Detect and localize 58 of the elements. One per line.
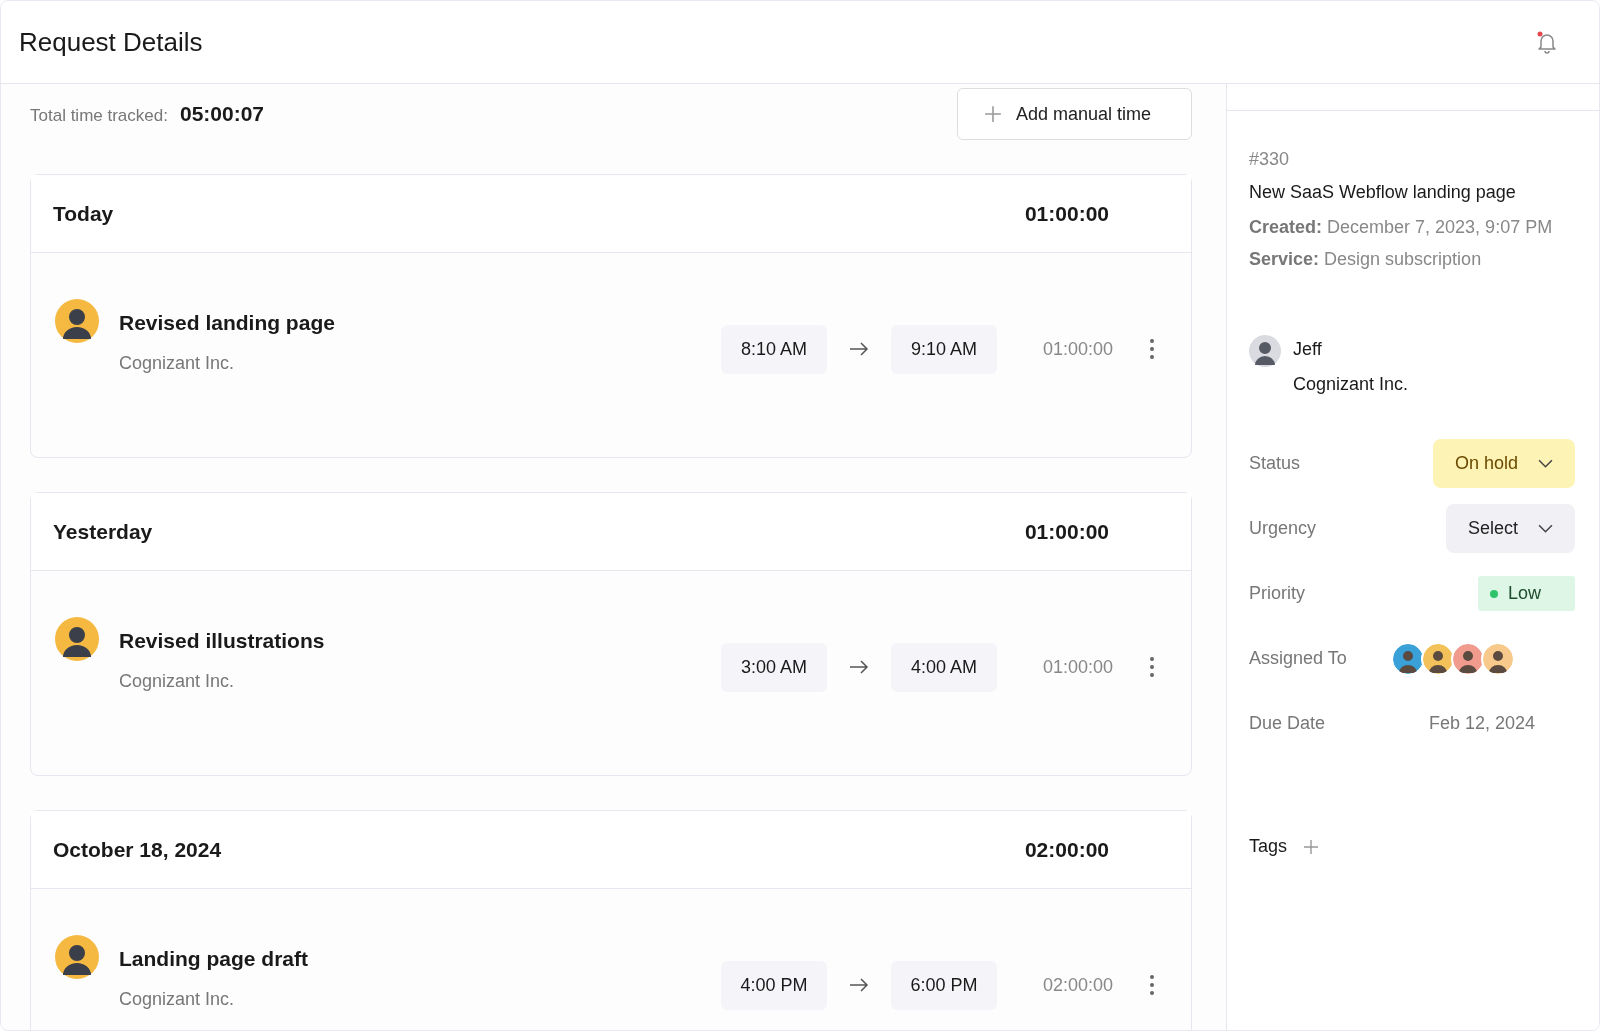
total-time-value: 05:00:07 (179, 102, 264, 126)
entry-title: Revised landing page (119, 311, 335, 335)
field-label: Assigned To (1249, 648, 1347, 669)
day-title: October 18, 2024 (53, 837, 222, 862)
service-info: Service: Design subscription (1249, 248, 1483, 271)
entry-company: Cognizant Inc. (119, 989, 236, 1010)
start-time[interactable]: 8:10 AM (720, 324, 827, 374)
arrow-right-icon (848, 977, 869, 993)
avatar-icon[interactable] (1481, 641, 1515, 676)
entry-company: Cognizant Inc. (119, 353, 236, 374)
client-company: Cognizant Inc. (1293, 374, 1409, 395)
entry-company: Cognizant Inc. (119, 671, 236, 692)
add-manual-time-button[interactable]: Add manual time (957, 88, 1192, 140)
chevron-down-icon (1538, 459, 1553, 468)
created-date: Created: December 7, 2023, 9:07 PM (1249, 216, 1554, 239)
day-total: 02:00:00 (1024, 837, 1109, 862)
field-label: Priority (1249, 583, 1305, 604)
total-time-label: Total time tracked: (30, 106, 168, 126)
chevron-down-icon (1538, 524, 1553, 533)
more-icon[interactable] (1149, 338, 1155, 360)
end-time[interactable]: 4:00 AM (890, 642, 997, 692)
avatar-icon[interactable] (1421, 641, 1455, 676)
end-time[interactable]: 6:00 PM (890, 960, 997, 1010)
avatar-icon (1249, 335, 1281, 367)
dropdown[interactable]: Select (1445, 504, 1575, 553)
more-icon[interactable] (1149, 656, 1155, 678)
avatar-icon (55, 935, 99, 979)
plus-icon (984, 105, 1002, 123)
tags-label: Tags (1249, 836, 1288, 857)
avatar-icon[interactable] (1391, 641, 1425, 676)
entry-duration: 01:00:00 (1042, 656, 1113, 678)
entry-title: Landing page draft (119, 947, 308, 971)
field-label: Urgency (1249, 518, 1317, 539)
end-time[interactable]: 9:10 AM (890, 324, 997, 374)
page-title: Request Details (19, 26, 203, 58)
arrow-right-icon (848, 659, 869, 675)
day-total: 01:00:00 (1024, 201, 1109, 226)
entry-duration: 01:00:00 (1042, 338, 1113, 360)
due-date: Feb 12, 2024 (1428, 713, 1535, 734)
field-label: Due Date (1249, 713, 1326, 734)
request-title: New SaaS Webflow landing page (1249, 182, 1517, 203)
start-time[interactable]: 3:00 AM (720, 642, 827, 692)
entry-duration: 02:00:00 (1042, 974, 1113, 996)
avatar-icon[interactable] (1451, 641, 1485, 676)
avatar-icon (55, 299, 99, 343)
dropdown[interactable]: On hold (1432, 439, 1575, 488)
day-title: Yesterday (53, 519, 153, 544)
start-time[interactable]: 4:00 PM (720, 960, 827, 1010)
request-number: #330 (1249, 149, 1291, 170)
arrow-right-icon (848, 341, 869, 357)
priority-badge[interactable]: Low (1477, 576, 1575, 611)
day-title: Today (53, 201, 114, 226)
day-total: 01:00:00 (1024, 519, 1109, 544)
field-label: Status (1249, 453, 1301, 474)
more-icon[interactable] (1149, 974, 1155, 996)
entry-title: Revised illustrations (119, 629, 325, 653)
client-name: Jeff (1293, 339, 1323, 360)
avatar-icon (55, 617, 99, 661)
